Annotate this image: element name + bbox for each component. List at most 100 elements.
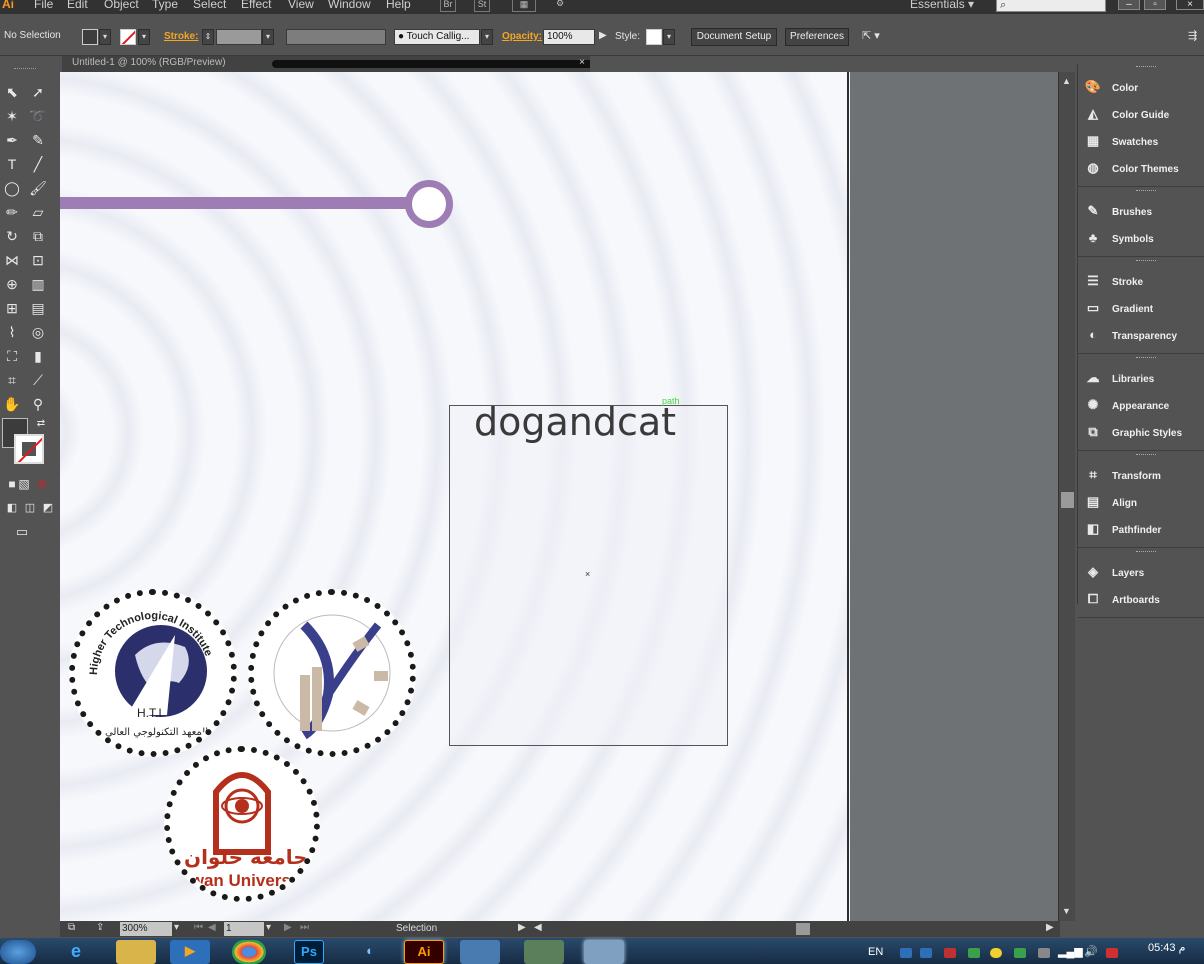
zoom-tool-icon[interactable]: ⚲ — [26, 394, 50, 414]
swap-fill-stroke-icon[interactable]: ⇄ — [34, 414, 48, 434]
maximize-icon[interactable]: ▫ — [1144, 0, 1166, 10]
minimize-icon[interactable]: – — [1118, 0, 1140, 10]
close-icon[interactable]: × — [1176, 0, 1204, 10]
slice-tool-icon[interactable]: ⟋ — [26, 370, 50, 390]
stroke-weight-dropdown-icon[interactable]: ▾ — [262, 29, 274, 45]
panel-item-layers[interactable]: ◈ Layers — [1084, 561, 1204, 583]
status-text[interactable]: Selection — [396, 922, 437, 936]
scroll-right-icon[interactable]: ▶ — [1046, 922, 1054, 933]
opacity-arrow-icon[interactable]: ▶ — [599, 30, 607, 41]
tray-icon-7[interactable] — [1038, 948, 1050, 958]
menu-file[interactable]: File — [34, 0, 53, 11]
stroke-color-swatch[interactable] — [120, 29, 136, 45]
panel-item-libraries[interactable]: ☁ Libraries — [1084, 367, 1204, 389]
artboard-tool-icon[interactable]: ⌗ — [0, 370, 24, 390]
curvature-tool-icon[interactable]: ✎ — [26, 130, 50, 150]
pasteboard[interactable] — [850, 72, 1058, 921]
panel-item-transform[interactable]: ⌗ Transform — [1084, 464, 1204, 486]
artboard-dropdown-icon[interactable]: ▾ — [266, 922, 271, 933]
panel-menu-icon[interactable]: ⇶ — [1188, 29, 1197, 42]
media-player-icon[interactable]: ▶ — [170, 940, 210, 964]
scroll-up-icon[interactable]: ▲ — [1062, 76, 1071, 86]
artboard-number-field[interactable]: 1 — [224, 922, 264, 936]
clock[interactable]: 05:43 م — [1148, 941, 1185, 954]
tray-icon-2[interactable] — [920, 948, 932, 958]
app-window-3-icon[interactable] — [584, 940, 624, 964]
document-tab[interactable]: Untitled-1 @ 100% (RGB/Preview) × — [62, 56, 590, 72]
gpu-performance-icon[interactable]: ⚙ — [552, 0, 568, 12]
bridge-icon[interactable]: Br — [440, 0, 456, 12]
line-tool-icon[interactable]: ╱ — [26, 154, 50, 174]
column-graph-tool-icon[interactable]: ▮ — [26, 346, 50, 366]
magic-wand-tool-icon[interactable]: ✶ — [0, 106, 24, 126]
horizontal-scroll-thumb[interactable] — [796, 923, 810, 935]
panel-item-graphic-styles[interactable]: ⧉ Graphic Styles — [1084, 421, 1204, 443]
panel-item-gradient[interactable]: ▭ Gradient — [1084, 297, 1204, 319]
shape-builder-tool-icon[interactable]: ⊕ — [0, 274, 24, 294]
opacity-label[interactable]: Opacity: — [502, 31, 542, 42]
internet-explorer-icon[interactable]: e — [56, 940, 96, 964]
panel-group-grip[interactable] — [1136, 190, 1156, 193]
arrange-documents-icon[interactable]: ▦ — [512, 0, 536, 12]
illustrator-icon[interactable]: Ai — [404, 940, 444, 964]
menu-help[interactable]: Help — [386, 0, 411, 11]
brush-definition[interactable]: ● Touch Callig... — [394, 29, 480, 45]
stroke-swatch[interactable] — [14, 434, 44, 464]
stroke-label[interactable]: Stroke: — [164, 31, 198, 42]
zoom-dropdown-icon[interactable]: ▾ — [174, 922, 179, 933]
scroll-thumb[interactable] — [1061, 492, 1074, 508]
zoom-field[interactable]: 300% — [120, 922, 172, 936]
menu-select[interactable]: Select — [193, 0, 226, 11]
free-transform-tool-icon[interactable]: ⊡ — [26, 250, 50, 270]
tools-grip[interactable] — [14, 68, 36, 71]
menu-object[interactable]: Object — [104, 0, 139, 11]
lasso-tool-icon[interactable]: ➰ — [26, 106, 50, 126]
tray-icon-3[interactable] — [944, 948, 956, 958]
menu-window[interactable]: Window — [328, 0, 371, 11]
symbol-sprayer-tool-icon[interactable]: ⛶ — [0, 346, 24, 366]
app-window-1-icon[interactable] — [460, 940, 500, 964]
panel-item-color-guide[interactable]: ◭ Color Guide — [1084, 103, 1204, 125]
panel-item-pathfinder[interactable]: ◧ Pathfinder — [1084, 518, 1204, 540]
last-artboard-icon[interactable]: ⏭ — [300, 922, 309, 933]
style-dropdown-icon[interactable]: ▾ — [663, 29, 675, 45]
tray-icon-1[interactable] — [900, 948, 912, 958]
perspective-grid-tool-icon[interactable]: ▥ — [26, 274, 50, 294]
opacity-field[interactable]: 100% — [543, 29, 595, 45]
type-tool-icon[interactable]: T — [0, 154, 24, 174]
document-setup-button[interactable]: Document Setup — [691, 28, 777, 46]
select-similar-icon[interactable]: ⇱ ▾ — [862, 29, 880, 42]
blend-tool-icon[interactable]: ◎ — [26, 322, 50, 342]
rotate-tool-icon[interactable]: ↻ — [0, 226, 24, 246]
pencil-tool-icon[interactable]: ✏ — [0, 202, 24, 222]
variable-width-profile[interactable] — [286, 29, 386, 45]
fill-dropdown-icon[interactable]: ▾ — [99, 29, 111, 45]
first-artboard-icon[interactable]: ⏮ — [194, 922, 203, 933]
workspace-switcher[interactable]: Essentials ▾ — [910, 0, 974, 11]
gradient-tool-icon[interactable]: ▤ — [26, 298, 50, 318]
ellipse-tool-icon[interactable]: ◯ — [0, 178, 24, 198]
menu-type[interactable]: Type — [152, 0, 178, 11]
cinema-icon[interactable]: ◐ — [350, 940, 390, 964]
close-tab-icon[interactable]: × — [579, 56, 585, 70]
menu-edit[interactable]: Edit — [67, 0, 88, 11]
panel-item-appearance[interactable]: ✺ Appearance — [1084, 394, 1204, 416]
paintbrush-tool-icon[interactable]: 🖌 — [26, 178, 50, 198]
panel-item-artboards[interactable]: ⧠ Artboards — [1084, 588, 1204, 610]
width-tool-icon[interactable]: ⋈ — [0, 250, 24, 270]
stroke-weight-field[interactable] — [216, 29, 262, 45]
panel-item-brushes[interactable]: ✎ Brushes — [1084, 200, 1204, 222]
scroll-left-icon[interactable]: ◀ — [534, 922, 542, 933]
vertical-scrollbar[interactable]: ▲ ▼ — [1058, 72, 1075, 921]
scale-tool-icon[interactable]: ⧉ — [26, 226, 50, 246]
language-indicator[interactable]: EN — [868, 946, 883, 958]
app-window-2-icon[interactable] — [524, 940, 564, 964]
stroke-weight-stepper[interactable]: ⇕ — [202, 29, 214, 45]
draw-inside-icon[interactable]: ◩ — [36, 498, 60, 518]
next-artboard-icon[interactable]: ▶ — [284, 922, 292, 933]
slider-knob[interactable] — [405, 180, 453, 228]
file-explorer-icon[interactable] — [116, 940, 156, 964]
stock-icon[interactable]: St — [474, 0, 490, 12]
panel-item-symbols[interactable]: ♣ Symbols — [1084, 227, 1204, 249]
artboard-text[interactable]: dogandcat — [474, 400, 676, 444]
